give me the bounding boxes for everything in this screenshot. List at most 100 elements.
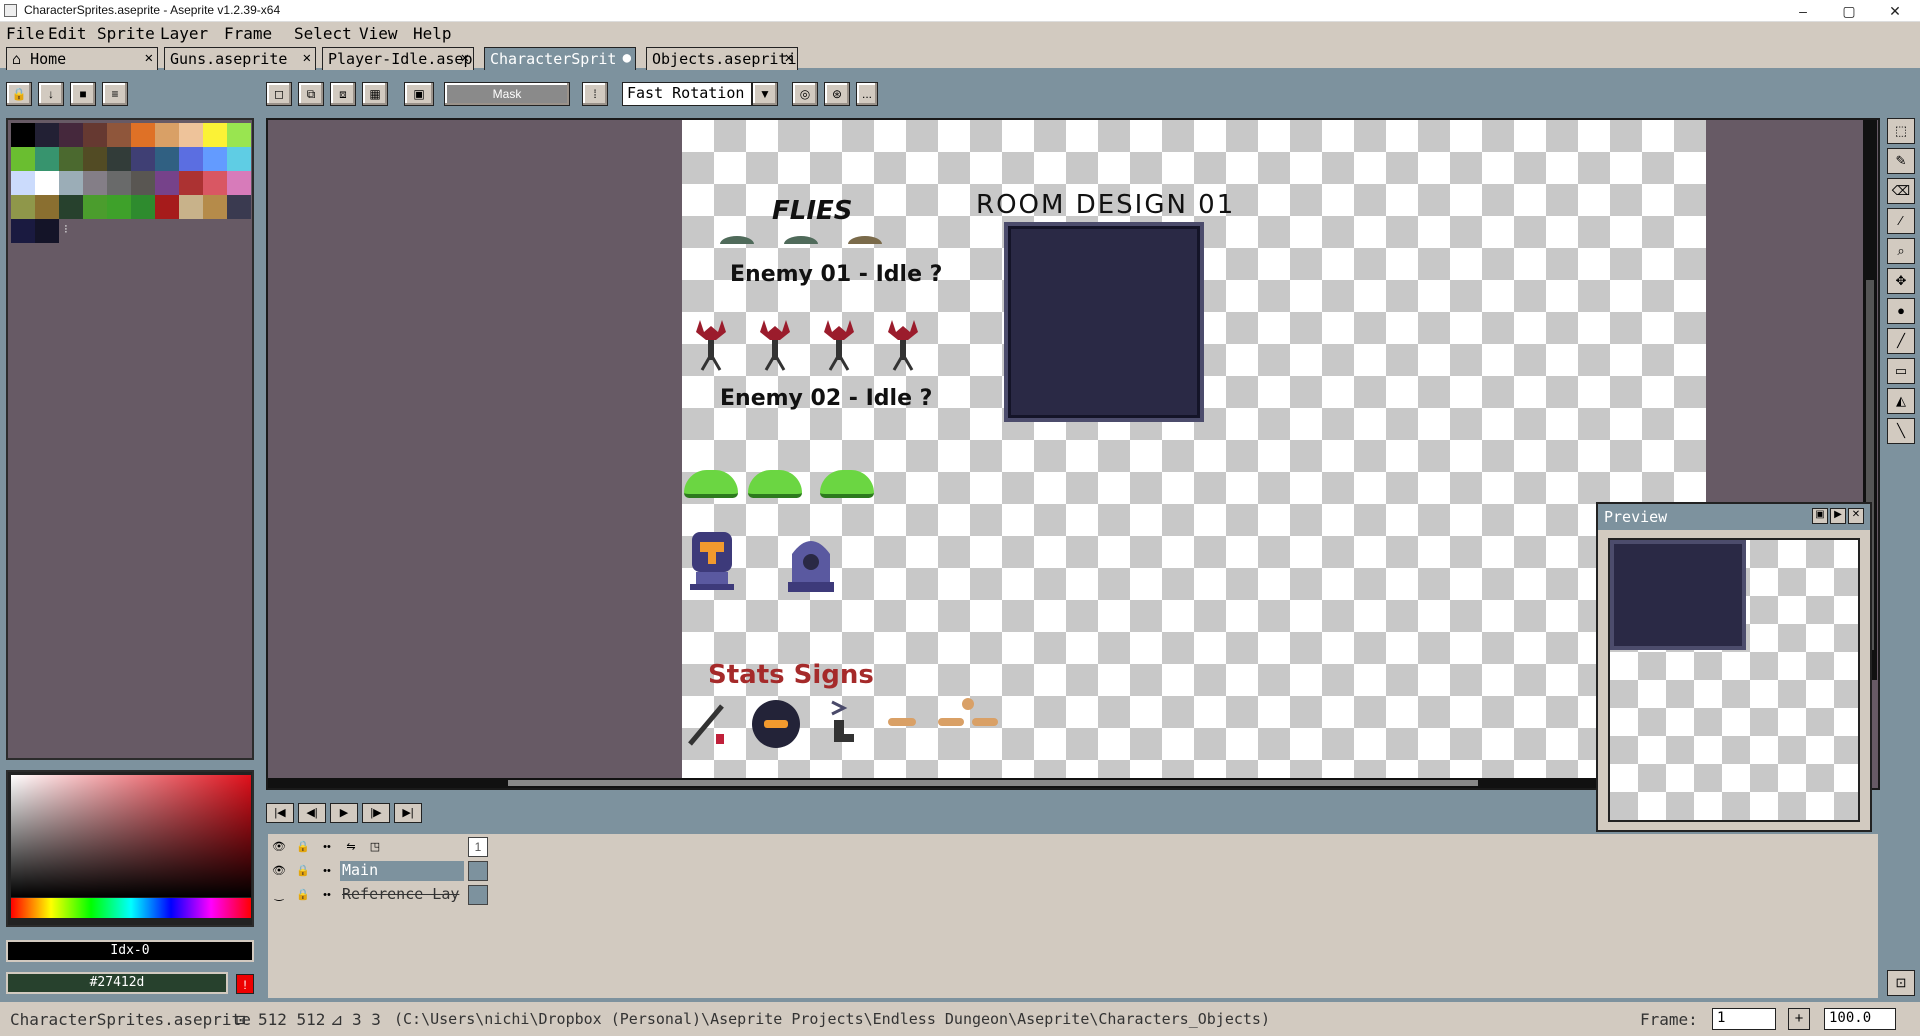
palette-swatch[interactable]: [203, 123, 227, 147]
eraser-icon[interactable]: ⌫: [1887, 178, 1915, 204]
play-icon[interactable]: ▶: [330, 803, 358, 823]
transparent-color-icon[interactable]: ▣: [404, 82, 434, 106]
lock-icon[interactable]: 🔒: [292, 884, 314, 906]
zoom-icon[interactable]: ⌕: [1887, 238, 1915, 264]
menu-edit[interactable]: Edit: [48, 24, 87, 43]
zoom-input[interactable]: 100.0: [1824, 1008, 1896, 1030]
continuous-icon[interactable]: ••: [316, 860, 338, 882]
eye-icon[interactable]: 👁: [268, 836, 290, 858]
palette-swatch[interactable]: [131, 195, 155, 219]
palette-swatch[interactable]: [203, 147, 227, 171]
close-icon[interactable]: ✕: [785, 50, 793, 66]
selection-replace-icon[interactable]: ◻: [266, 82, 292, 106]
palette-swatch[interactable]: [179, 195, 203, 219]
horizontal-scroll-thumb[interactable]: [508, 780, 1478, 786]
palette-swatch[interactable]: [155, 123, 179, 147]
move-icon[interactable]: ✥: [1887, 268, 1915, 294]
blur-icon[interactable]: ╲: [1887, 418, 1915, 444]
palette-swatch[interactable]: [59, 195, 83, 219]
palette-swatch[interactable]: [179, 123, 203, 147]
modified-indicator-icon[interactable]: ●: [623, 50, 631, 66]
preview-window[interactable]: Preview ▣ ▶ ✕: [1596, 502, 1872, 832]
layer-name[interactable]: Reference Lay: [340, 885, 464, 905]
lock-icon[interactable]: 🔒: [6, 82, 32, 106]
palette-swatch[interactable]: [131, 123, 155, 147]
palette-swatch[interactable]: [11, 195, 35, 219]
palette-swatch[interactable]: [131, 147, 155, 171]
eyedropper-icon[interactable]: ⁄: [1887, 208, 1915, 234]
palette-swatch[interactable]: [227, 123, 251, 147]
continuous-icon[interactable]: ••: [316, 884, 338, 906]
eye-icon[interactable]: 👁: [268, 860, 290, 882]
lock-icon[interactable]: 🔒: [292, 860, 314, 882]
hidden-eye-icon[interactable]: ‿: [268, 884, 290, 906]
saturation-value-field[interactable]: [11, 775, 251, 897]
palette-swatch[interactable]: [11, 219, 35, 243]
selection-intersect-icon[interactable]: ▦: [362, 82, 388, 106]
line-icon[interactable]: ╱: [1887, 328, 1915, 354]
preview-canvas[interactable]: [1608, 538, 1860, 822]
menu-view[interactable]: View: [359, 24, 398, 43]
palette-swatch[interactable]: [179, 147, 203, 171]
first-frame-icon[interactable]: |◀: [266, 803, 294, 823]
palette-swatch[interactable]: [35, 147, 59, 171]
palette-swatch[interactable]: [83, 195, 107, 219]
pencil-icon[interactable]: ✎: [1887, 148, 1915, 174]
square-icon[interactable]: ■: [70, 82, 96, 106]
previous-frame-icon[interactable]: ◀|: [298, 803, 326, 823]
palette-swatch[interactable]: [203, 171, 227, 195]
link-icon[interactable]: ⇋: [340, 836, 362, 858]
cel-dot[interactable]: [468, 885, 488, 905]
close-window-button[interactable]: ✕: [1872, 0, 1918, 22]
last-frame-icon[interactable]: ▶|: [394, 803, 422, 823]
mask-button[interactable]: Mask: [444, 82, 570, 106]
tab-objects[interactable]: Objects.asepriti ✕: [646, 47, 798, 70]
layer-row-main[interactable]: 👁 🔒 •• Main: [268, 860, 492, 882]
palette-swatch[interactable]: [203, 195, 227, 219]
frame-header-1[interactable]: 1: [468, 837, 488, 857]
palette-swatch[interactable]: [179, 171, 203, 195]
rotation-algorithm-select[interactable]: Fast Rotation: [622, 82, 752, 106]
next-frame-icon[interactable]: |▶: [362, 803, 390, 823]
menu-help[interactable]: Help: [413, 24, 452, 43]
palette-swatch[interactable]: [131, 171, 155, 195]
hue-slider[interactable]: [11, 898, 251, 918]
menu-select[interactable]: Select: [294, 24, 352, 43]
play-icon[interactable]: ▶: [1830, 508, 1846, 524]
cel-dot[interactable]: [468, 861, 488, 881]
palette-swatch[interactable]: [11, 171, 35, 195]
minimize-button[interactable]: –: [1780, 0, 1826, 22]
layer-name[interactable]: Main: [340, 861, 464, 881]
palette-swatch[interactable]: [227, 195, 251, 219]
close-icon[interactable]: ✕: [461, 50, 469, 66]
add-frame-icon[interactable]: +: [1788, 1008, 1810, 1030]
chevron-down-icon[interactable]: ▼: [752, 82, 778, 106]
selection-subtract-icon[interactable]: ⧈: [330, 82, 356, 106]
tab-player-idle[interactable]: Player-Idle.asep ✕: [322, 47, 474, 70]
palette-swatch[interactable]: [83, 123, 107, 147]
close-icon[interactable]: ✕: [303, 50, 311, 66]
menu-frame[interactable]: Frame: [224, 24, 272, 43]
marquee-icon[interactable]: ⬚: [1887, 118, 1915, 144]
palette-swatch[interactable]: [107, 147, 131, 171]
contour-icon[interactable]: ◭: [1887, 388, 1915, 414]
layer-row-reference[interactable]: ‿ 🔒 •• Reference Lay: [268, 884, 492, 906]
rectangle-icon[interactable]: ▭: [1887, 358, 1915, 384]
close-icon[interactable]: ✕: [145, 50, 153, 66]
onion-skin-icon[interactable]: ◳: [364, 836, 386, 858]
foreground-color-box[interactable]: #27412d: [6, 972, 228, 994]
palette-swatch[interactable]: [155, 147, 179, 171]
palette-swatch[interactable]: [83, 147, 107, 171]
selection-add-icon[interactable]: ⧉: [298, 82, 324, 106]
download-icon[interactable]: ↓: [38, 82, 64, 106]
warning-icon[interactable]: !: [236, 974, 254, 994]
drop-pixels-icon[interactable]: ◎: [792, 82, 818, 106]
tab-charactersprites[interactable]: CharacterSprit ●: [484, 47, 636, 70]
pin-icon[interactable]: ▣: [1812, 508, 1828, 524]
more-options-button[interactable]: ...: [856, 82, 878, 106]
maximize-button[interactable]: ▢: [1826, 0, 1872, 22]
fill-icon[interactable]: ●: [1887, 298, 1915, 324]
frame-input[interactable]: 1: [1712, 1008, 1776, 1030]
continuous-icon[interactable]: ••: [316, 836, 338, 858]
palette-swatch[interactable]: [59, 147, 83, 171]
